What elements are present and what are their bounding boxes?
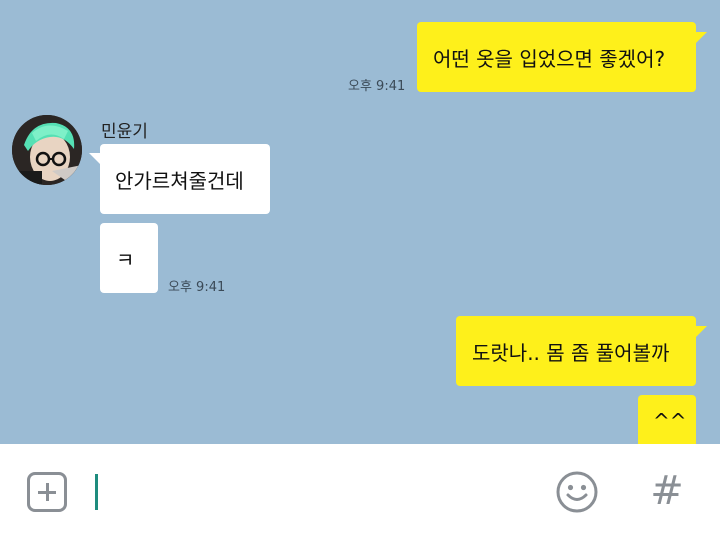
hash-label: # bbox=[650, 468, 684, 514]
profile-photo bbox=[12, 115, 82, 185]
message-time: 오후 9:41 bbox=[348, 79, 406, 94]
my-message-bubble[interactable]: 어떤 옷을 입었으면 좋겠어? bbox=[417, 22, 696, 92]
bubble-tail bbox=[695, 32, 707, 44]
message-time: 오후 9:41 bbox=[168, 280, 226, 295]
bubble-tail bbox=[695, 326, 707, 338]
my-message-bubble[interactable]: 도랏나.. 몸 좀 풀어볼까 bbox=[456, 316, 696, 386]
their-message-bubble[interactable]: ㅋ bbox=[100, 223, 158, 293]
chat-area[interactable]: 어떤 옷을 입었으면 좋겠어? 오후 9:41 민윤기 안가르쳐줄건데 ㅋ 오후… bbox=[0, 0, 720, 444]
message-text: ㅋ bbox=[116, 247, 135, 272]
message-text: 어떤 옷을 입었으면 좋겠어? bbox=[433, 46, 666, 71]
smiley-icon[interactable] bbox=[555, 470, 599, 514]
my-message-bubble[interactable]: ^^ bbox=[638, 395, 696, 444]
plus-square-icon[interactable] bbox=[27, 472, 67, 512]
text-cursor bbox=[95, 474, 98, 510]
hashtag-search-button[interactable]: # bbox=[645, 466, 689, 516]
profile-avatar[interactable] bbox=[12, 115, 82, 185]
message-text: ^^ bbox=[653, 409, 687, 433]
sender-name: 민윤기 bbox=[101, 122, 148, 142]
message-input[interactable] bbox=[100, 470, 530, 514]
message-text: 안가르쳐줄건데 bbox=[115, 168, 244, 193]
their-message-bubble[interactable]: 안가르쳐줄건데 bbox=[100, 144, 270, 214]
message-text: 도랏나.. 몸 좀 풀어볼까 bbox=[472, 340, 670, 365]
